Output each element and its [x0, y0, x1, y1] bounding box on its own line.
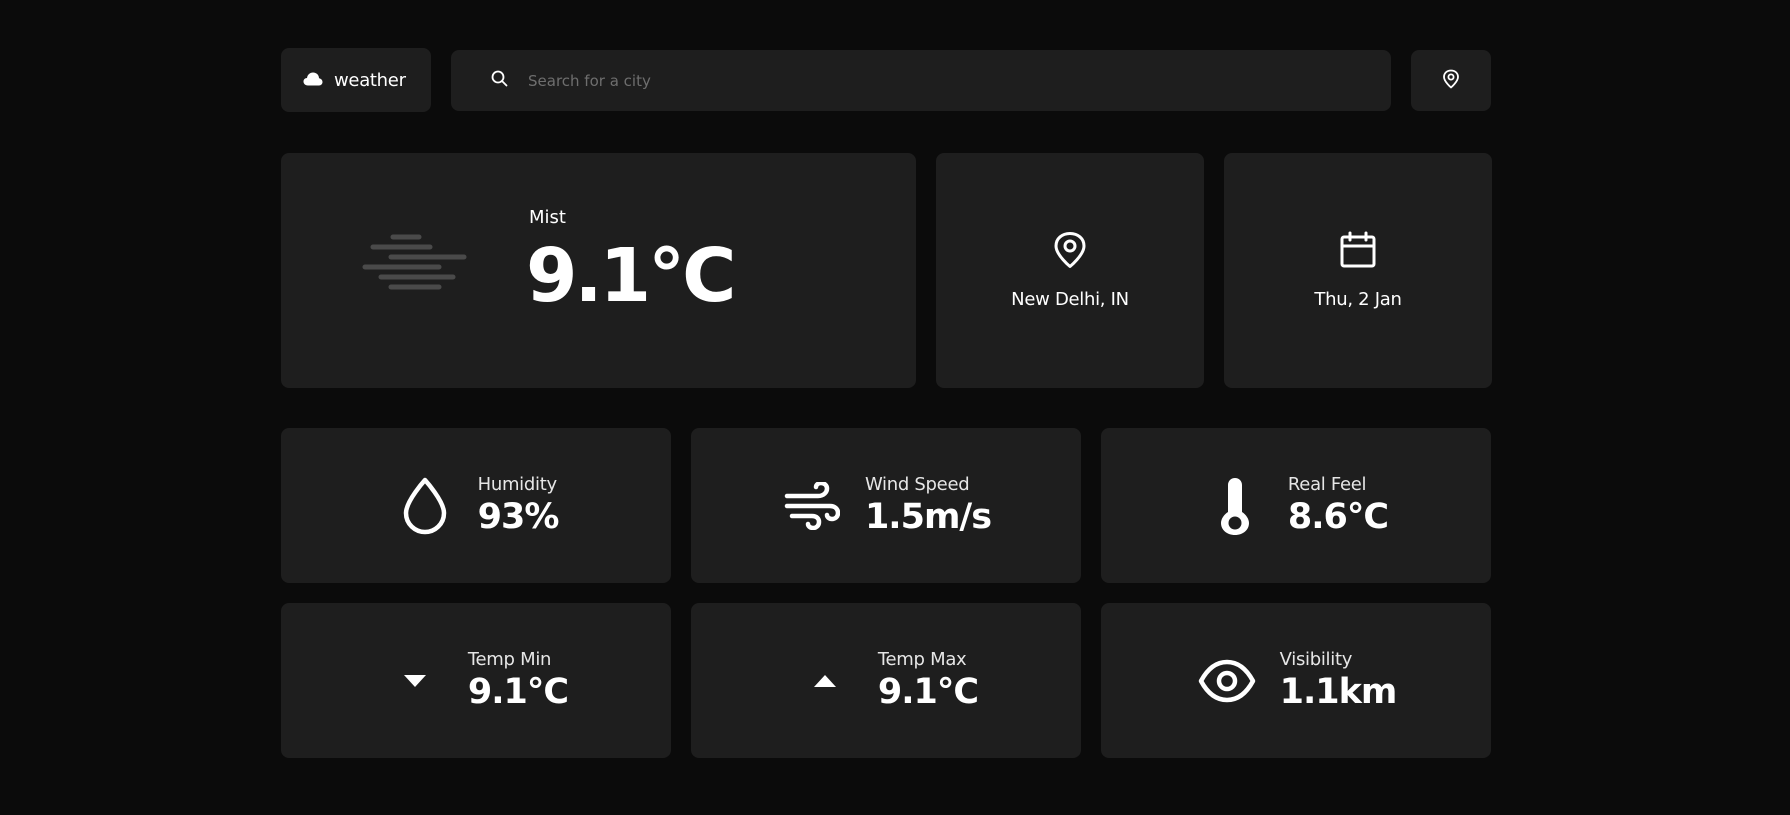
arrow-up-icon — [794, 674, 856, 688]
real-feel-card: Real Feel 8.6°C — [1101, 428, 1491, 583]
location-pin-icon — [1442, 69, 1460, 93]
temp-min-label: Temp Min — [467, 649, 552, 670]
weather-condition: Mist — [529, 207, 566, 228]
visibility-label: Visibility — [1279, 649, 1353, 670]
visibility-value: 1.1km — [1279, 672, 1398, 712]
current-location-button[interactable] — [1411, 50, 1491, 111]
visibility-card: Visibility 1.1km — [1101, 603, 1491, 758]
search-input[interactable] — [528, 71, 1348, 90]
droplet-icon — [394, 477, 456, 535]
arrow-down-icon — [384, 674, 446, 688]
wind-icon — [781, 481, 843, 530]
current-temperature: 9.1°C — [526, 233, 736, 319]
humidity-label: Humidity — [477, 474, 558, 495]
date-card: Thu, 2 Jan — [1224, 153, 1492, 388]
temp-min-card: Temp Min 9.1°C — [281, 603, 671, 758]
temp-max-value: 9.1°C — [877, 672, 979, 712]
search-bar[interactable] — [451, 50, 1391, 111]
temp-max-card: Temp Max 9.1°C — [691, 603, 1081, 758]
wind-speed-card: Wind Speed 1.5m/s — [691, 428, 1081, 583]
wind-speed-label: Wind Speed — [864, 474, 970, 495]
real-feel-label: Real Feel — [1287, 474, 1367, 495]
eye-icon — [1196, 658, 1258, 704]
current-date: Thu, 2 Jan — [1314, 289, 1402, 310]
logo[interactable]: weather — [281, 48, 431, 112]
temp-min-value: 9.1°C — [467, 672, 569, 712]
location-card: New Delhi, IN — [936, 153, 1204, 388]
calendar-icon — [1339, 231, 1377, 273]
thermometer-icon — [1204, 476, 1266, 536]
location-pin-icon — [1053, 231, 1087, 273]
search-icon[interactable] — [491, 70, 508, 91]
temp-max-label: Temp Max — [877, 649, 967, 670]
humidity-value: 93% — [477, 497, 560, 537]
mist-icon — [361, 233, 471, 311]
location-name: New Delhi, IN — [1011, 289, 1129, 310]
humidity-card: Humidity 93% — [281, 428, 671, 583]
cloud-icon — [303, 71, 323, 90]
wind-speed-value: 1.5m/s — [864, 497, 992, 537]
current-weather-card: Mist 9.1°C — [281, 153, 916, 388]
logo-text: weather — [334, 69, 406, 91]
real-feel-value: 8.6°C — [1287, 497, 1389, 537]
